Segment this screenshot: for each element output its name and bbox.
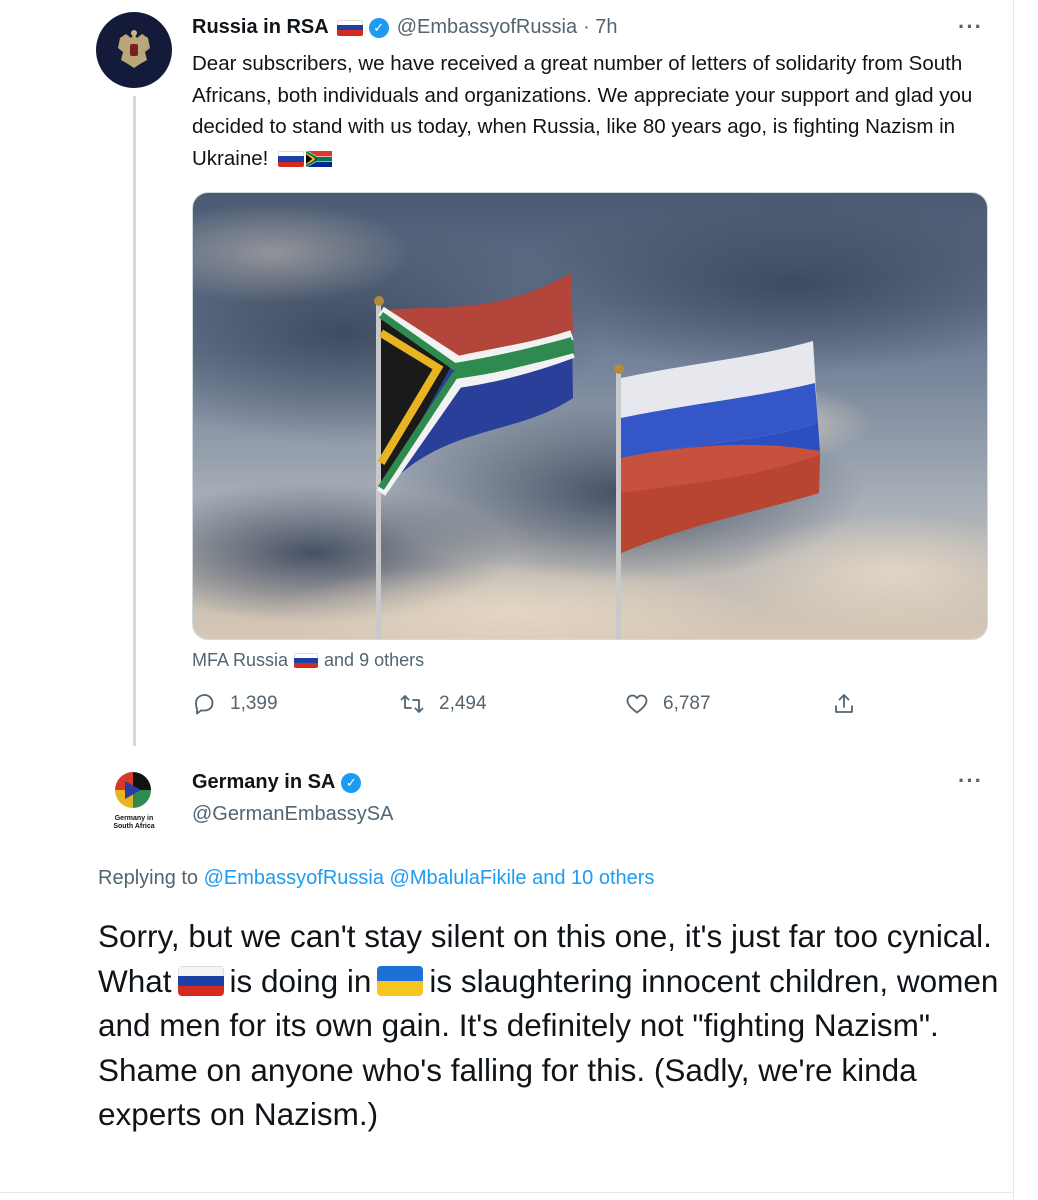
retweet-button[interactable]: 2,494 (399, 692, 487, 716)
verified-badge-icon: ✓ (341, 772, 362, 793)
liker-others[interactable]: and 9 others (324, 650, 424, 671)
retweet-icon (400, 695, 424, 713)
tweet1-author-name[interactable]: Russia in RSA (192, 16, 329, 39)
reply-count: 1,399 (230, 693, 278, 714)
frame-border-bottom (0, 1192, 1014, 1193)
more-icon[interactable]: ··· (958, 14, 983, 40)
like-count: 6,787 (663, 693, 711, 714)
replying-to-line: Replying to @EmbassyofRussia @MbalulaFik… (98, 867, 654, 890)
retweet-count: 2,494 (439, 693, 487, 714)
russia-flag-icon (336, 19, 363, 36)
russia-embassy-avatar[interactable] (96, 12, 172, 88)
south-africa-flag-icon (306, 151, 333, 168)
tweet2-text: Sorry, but we can't stay silent on this … (98, 914, 1003, 1137)
more-icon[interactable]: ··· (958, 768, 983, 794)
frame-border-right (1013, 0, 1014, 1200)
replying-prefix: Replying to (98, 867, 199, 889)
tweet1-timestamp[interactable]: · 7h (583, 16, 617, 39)
tweet1-text: Dear subscribers, we have received a gre… (192, 48, 982, 174)
russia-flag-icon (278, 151, 305, 168)
reply-icon (195, 694, 214, 715)
tweet2-author-name[interactable]: Germany in SA (192, 771, 335, 794)
verified-badge-icon: ✓ (368, 17, 389, 38)
share-button[interactable] (832, 692, 870, 716)
tweet1-actions: 1,399 2,494 6,787 (192, 692, 872, 726)
tweet2-author: Germany in SA ✓ (192, 771, 369, 794)
russia-flag-icon (177, 965, 224, 996)
avatar-caption: Germany in South Africa (113, 815, 155, 830)
tweet2-handle[interactable]: @GermanEmbassySA (192, 803, 393, 826)
ukraine-flag-icon (377, 965, 424, 996)
tweet1-image[interactable] (192, 192, 988, 640)
liked-by-row[interactable]: MFA Russia and 9 others (192, 650, 424, 671)
germany-embassy-avatar[interactable] (110, 767, 156, 813)
replying-to-links[interactable]: @EmbassyofRussia @MbalulaFikile and 10 o… (204, 867, 655, 889)
tweet1-handle[interactable]: @EmbassyofRussia (397, 16, 577, 39)
flags-photo (193, 193, 987, 639)
like-icon (626, 694, 648, 714)
liker-name[interactable]: MFA Russia (192, 650, 288, 671)
reply-button[interactable]: 1,399 (192, 692, 278, 716)
like-button[interactable]: 6,787 (625, 692, 711, 716)
double-eagle-emblem-icon (118, 30, 150, 68)
tweet2-body-b: is doing in (229, 962, 372, 999)
russia-flag-icon (294, 653, 319, 668)
thread-line (133, 96, 136, 746)
share-icon (835, 694, 853, 713)
tweet1-header: Russia in RSA ✓ @EmbassyofRussia · 7h (192, 16, 618, 39)
